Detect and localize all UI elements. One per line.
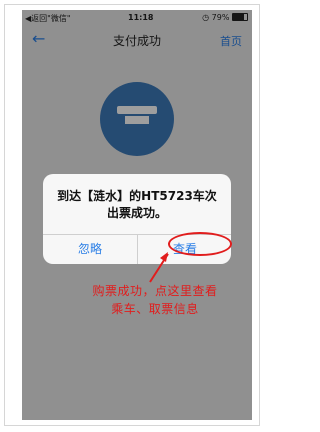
highlight-ring [168, 232, 232, 256]
ignore-button[interactable]: 忽略 [43, 235, 137, 264]
annotation-note: 购票成功，点这里查看乘车、取票信息 [92, 284, 218, 316]
dialog-message: 到达【涟水】的HT5723车次出票成功。 [57, 189, 217, 220]
phone-screen: ◀返回"微信" 11:18 ◷ 79% ← 支付成功 首页 到达【涟水】的HT5… [22, 10, 252, 420]
